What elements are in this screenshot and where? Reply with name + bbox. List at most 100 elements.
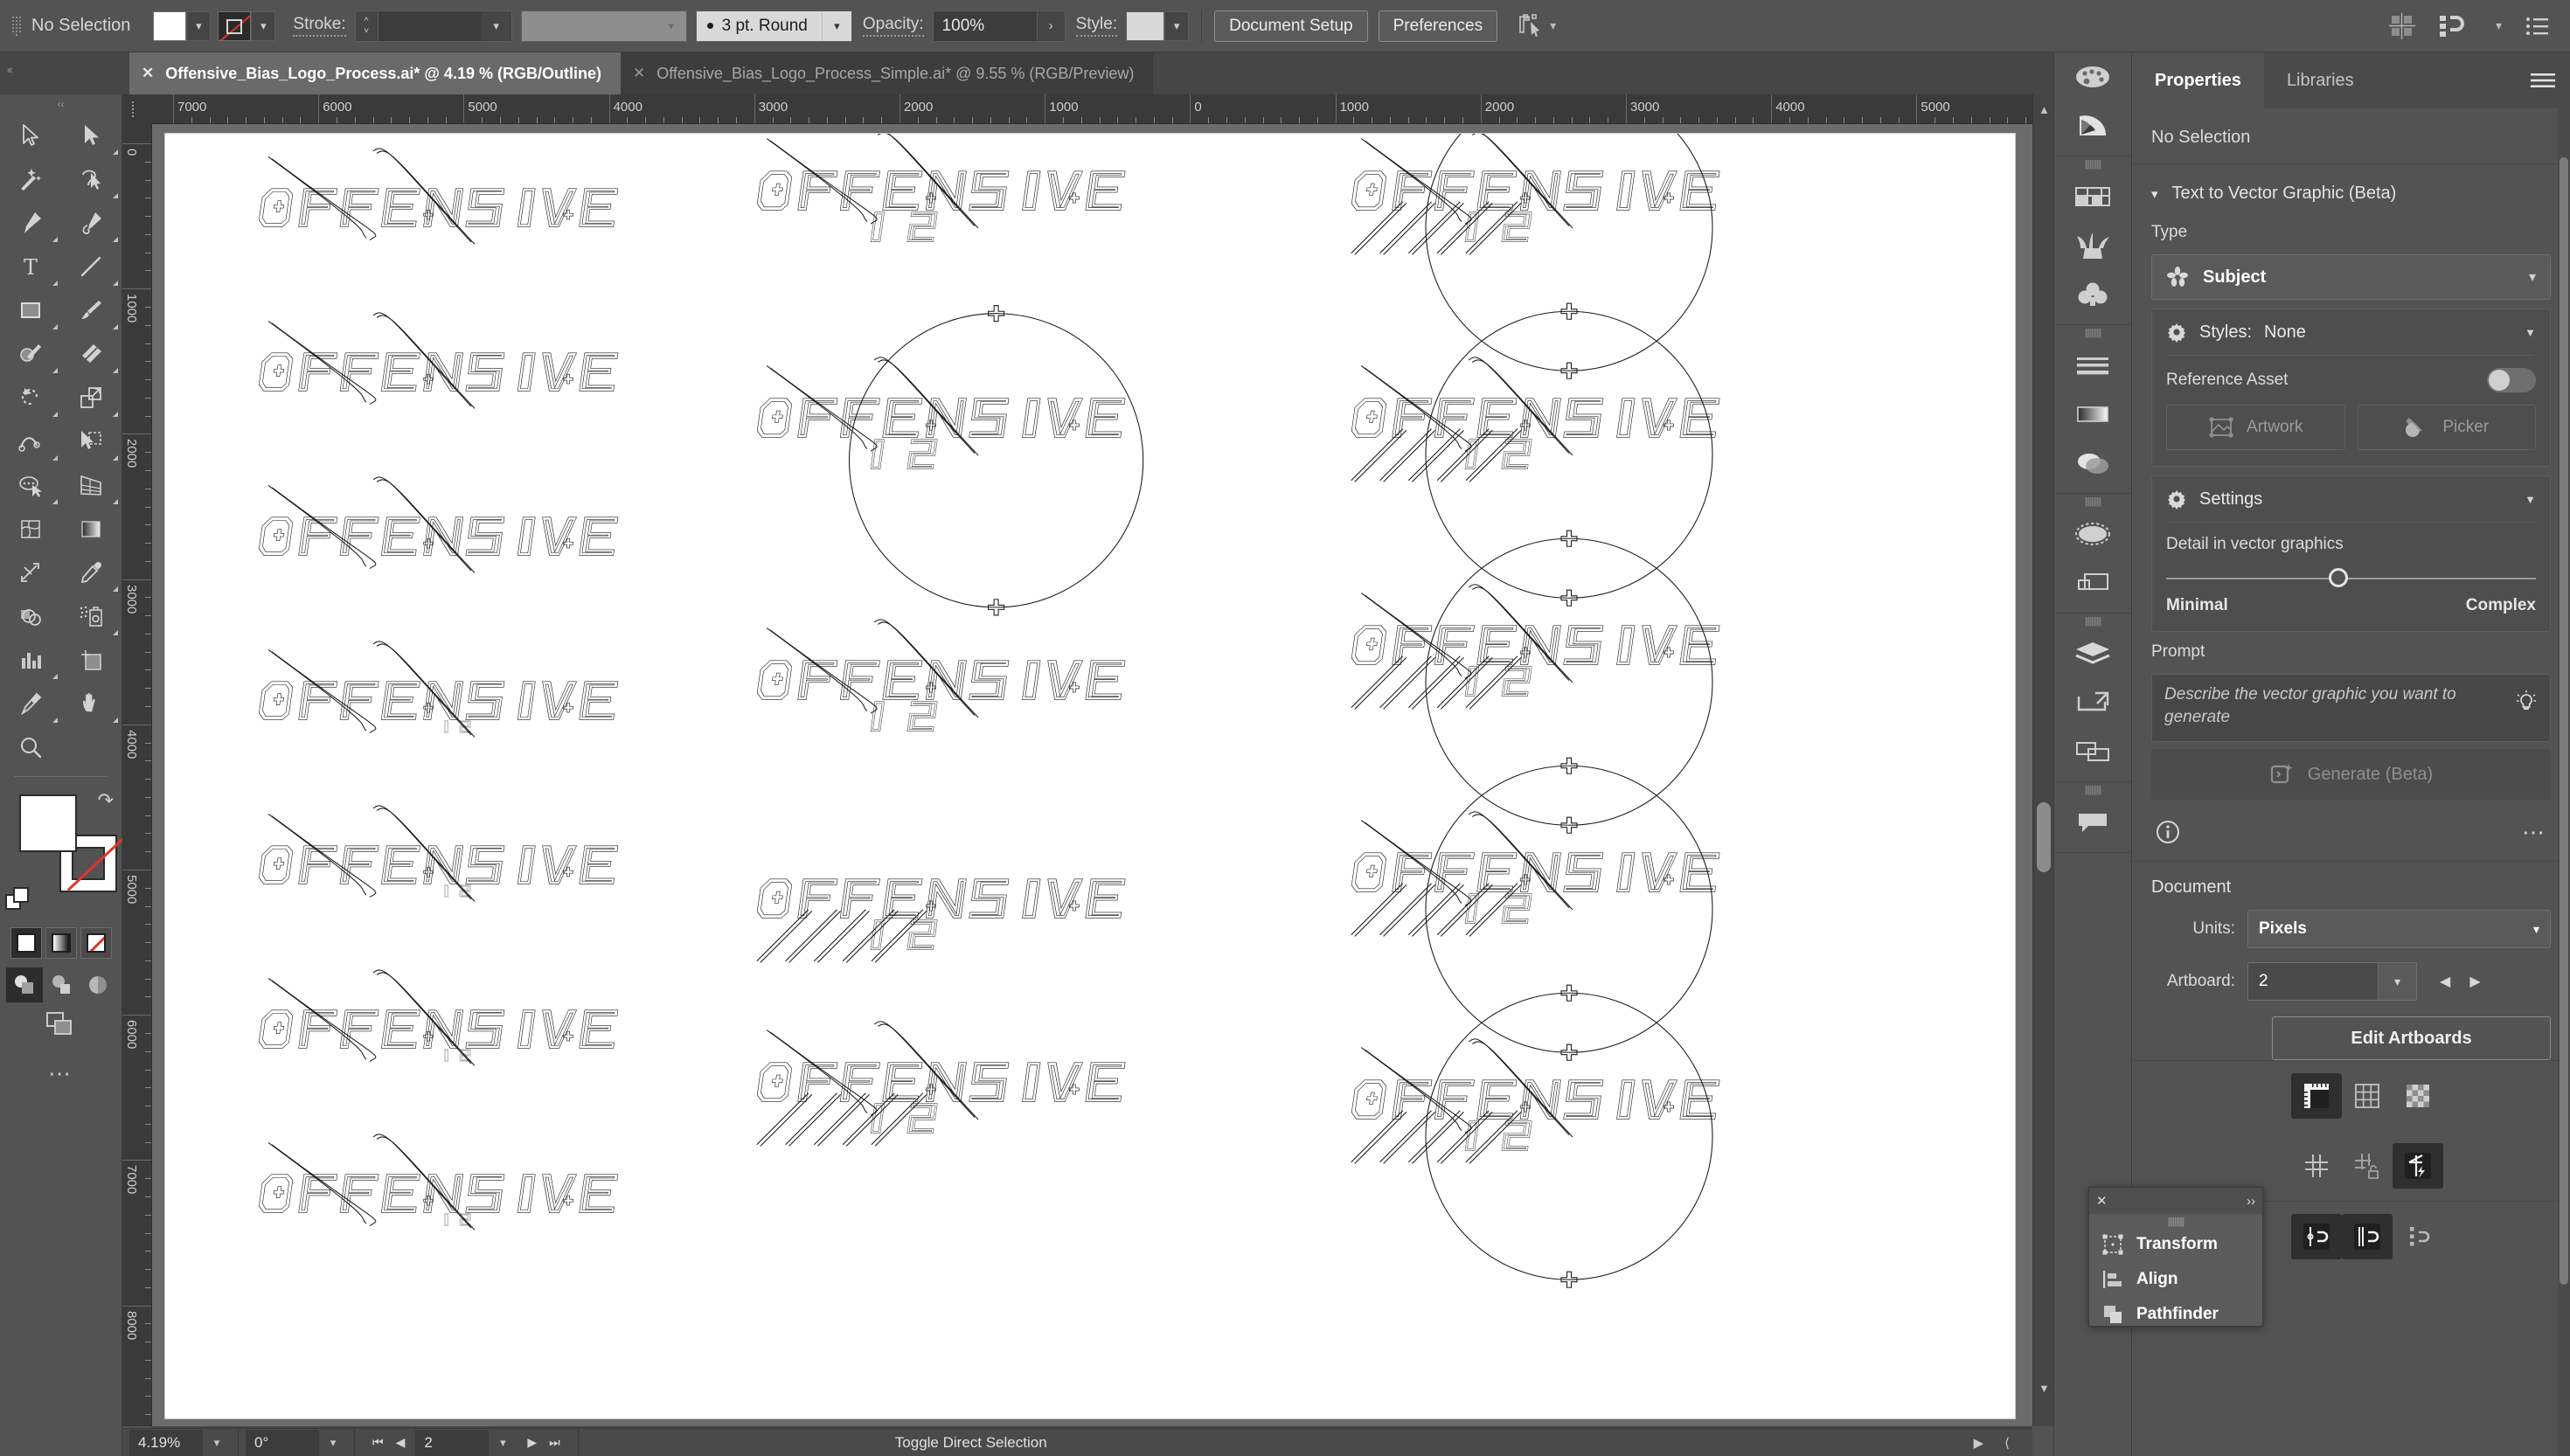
status-hint-cell[interactable]: Toggle Direct Selection ▶ ⟨ [579, 1429, 2032, 1456]
vertical-ruler[interactable]: 0 1000 2000 3000 4000 5000 6000 7000 8000 [122, 124, 152, 1426]
smart-guides-icon[interactable] [2393, 1143, 2443, 1189]
artboard-number-dropdown-icon[interactable]: ▾ [2379, 962, 2417, 1001]
stroke-weight-value[interactable] [378, 10, 482, 41]
brushes-icon[interactable] [2054, 221, 2131, 270]
chevron-down-icon[interactable]: ▾ [2529, 268, 2536, 286]
styles-header[interactable]: Styles: None ▼ [2166, 322, 2536, 343]
opacity-value[interactable]: 100% [932, 10, 1038, 42]
comments-icon[interactable] [2054, 798, 2131, 847]
opacity-expand-icon[interactable]: › [1037, 10, 1066, 42]
triangle-right-icon[interactable]: ▶ [2469, 973, 2480, 990]
lasso-tool[interactable] [61, 157, 122, 201]
tab-libraries[interactable]: Libraries [2263, 52, 2377, 108]
scale-tool[interactable] [61, 376, 122, 419]
caret-down-icon[interactable]: ▼ [2525, 326, 2536, 339]
logo-variant[interactable] [756, 619, 1126, 731]
stroke-weight-field[interactable]: ^ ˅ ▾ [354, 10, 512, 42]
close-icon[interactable]: ✕ [633, 65, 645, 82]
detail-slider-knob[interactable] [2329, 568, 2349, 587]
snap-to-point-icon[interactable] [2291, 1214, 2342, 1259]
logo-variant[interactable] [258, 476, 619, 573]
scroll-up-icon[interactable]: ▲ [2039, 103, 2050, 116]
magic-wand-tool[interactable] [0, 157, 61, 201]
rail-group-1-grip[interactable]: |||||||||| [2054, 156, 2131, 172]
settings-header[interactable]: Settings ▼ [2166, 489, 2536, 510]
properties-panel-scrollbar[interactable] [2558, 108, 2570, 1456]
select-similar-icon[interactable] [1515, 13, 1545, 39]
lock-guides-icon[interactable] [2342, 1143, 2393, 1189]
logo-variant[interactable] [756, 878, 1126, 963]
chevron-down-icon[interactable]: ▾ [2533, 922, 2539, 937]
zoom-dropdown-icon[interactable]: ▾ [203, 1436, 231, 1450]
paintbrush-tool[interactable] [61, 288, 122, 332]
stroke-swatch-group[interactable]: ▾ [218, 10, 276, 41]
color-guide-icon[interactable] [2054, 101, 2131, 150]
style-swatch[interactable] [1126, 10, 1165, 41]
close-icon[interactable]: ✕ [142, 65, 154, 82]
picker-button[interactable]: Picker [2357, 405, 2536, 450]
artboard[interactable] [164, 133, 2016, 1419]
color-palette-icon[interactable] [2054, 52, 2131, 101]
gradient-icon[interactable] [2054, 390, 2131, 439]
logo-variant[interactable] [258, 641, 619, 738]
artboard-number-value[interactable]: 2 [415, 1429, 490, 1456]
flyout-grip[interactable]: |||||||||| [2089, 1214, 2262, 1227]
style-dropdown[interactable]: ▾ [1164, 10, 1190, 41]
prompt-input[interactable]: Describe the vector graphic you want to … [2151, 674, 2551, 742]
color-mode-button[interactable] [10, 927, 42, 959]
snap-to-grid-icon[interactable] [2342, 1214, 2393, 1259]
generate-button[interactable]: Generate (Beta) [2151, 749, 2551, 800]
edit-artboards-button[interactable]: Edit Artboards [2272, 1016, 2551, 1060]
shape-builder-tool[interactable] [0, 463, 61, 507]
default-fill-stroke-icon[interactable] [5, 887, 31, 912]
next-artboard-icon[interactable]: ▶ [527, 1435, 537, 1450]
free-transform-tool[interactable] [61, 419, 122, 463]
rail-group-2-grip[interactable]: |||||||||| [2054, 325, 2131, 341]
transparency-icon[interactable] [2054, 439, 2131, 488]
type-select[interactable]: Subject ▾ [2151, 254, 2551, 300]
zoom-control[interactable]: 4.19% ▾ [122, 1428, 239, 1456]
caret-down-icon[interactable]: ▼ [2525, 493, 2536, 506]
tab-properties[interactable]: Properties [2132, 52, 2264, 108]
logo-variant[interactable] [1351, 984, 1720, 1288]
rotation-value[interactable]: 0° [246, 1429, 319, 1456]
logo-variant[interactable] [1351, 302, 1720, 607]
curvature-tool[interactable] [61, 201, 122, 245]
fill-swatch[interactable] [153, 10, 187, 41]
zoom-tool[interactable] [0, 725, 61, 769]
shaper-tool[interactable] [0, 332, 61, 376]
snap-chevron-down-icon[interactable]: ▾ [2496, 18, 2502, 33]
stroke-weight-stepper[interactable]: ^ ˅ [356, 10, 379, 41]
stroke-swatch-dropdown[interactable]: ▾ [251, 10, 276, 41]
units-select[interactable]: Pixels ▾ [2247, 910, 2551, 948]
logo-variant[interactable] [258, 312, 619, 409]
document-tab-0[interactable]: ✕ Offensive_Bias_Logo_Process.ai* @ 4.19… [129, 52, 621, 94]
scroll-down-icon[interactable]: ▼ [2039, 1382, 2050, 1395]
text-to-vector-section-header[interactable]: ▾ Text to Vector Graphic (Beta) [2132, 164, 2570, 212]
rotate-tool[interactable] [0, 376, 61, 419]
status-collapse-icon[interactable]: ⟨ [2004, 1435, 2010, 1451]
artwork-button[interactable]: Artwork [2166, 405, 2345, 450]
flyout-item-transform[interactable]: Transform [2089, 1227, 2262, 1262]
rulers-icon[interactable] [2291, 1073, 2342, 1119]
draw-normal-button[interactable] [5, 967, 43, 1002]
flyout-item-pathfinder[interactable]: Pathfinder [2089, 1297, 2262, 1332]
swap-fill-stroke-icon[interactable]: ↷ [98, 789, 114, 812]
canvas-area[interactable] [152, 124, 2032, 1426]
hand-tool[interactable] [61, 682, 122, 725]
snap-magnet-icon[interactable] [2438, 13, 2468, 39]
logo-variant[interactable] [258, 148, 619, 245]
width-profile-dropdown-icon[interactable]: ▾ [656, 19, 686, 33]
fill-swatch-dropdown[interactable]: ▾ [186, 10, 212, 41]
tools-panel-grip[interactable]: ‹‹ [0, 94, 122, 114]
vertical-scroll-thumb[interactable] [2037, 802, 2051, 872]
fill-swatch-group[interactable]: ▾ [153, 10, 212, 41]
stroke-swatch[interactable] [218, 10, 252, 41]
swatches-icon[interactable] [2054, 172, 2131, 221]
select-similar-chevron-icon[interactable]: ▾ [1550, 18, 1556, 33]
symbols-icon[interactable] [2054, 270, 2131, 319]
draw-inside-button[interactable] [80, 967, 116, 1002]
control-bar-grip[interactable] [12, 10, 21, 43]
layers-icon[interactable] [2054, 629, 2131, 678]
brush-definition-dropdown-icon[interactable]: ▾ [821, 10, 851, 41]
